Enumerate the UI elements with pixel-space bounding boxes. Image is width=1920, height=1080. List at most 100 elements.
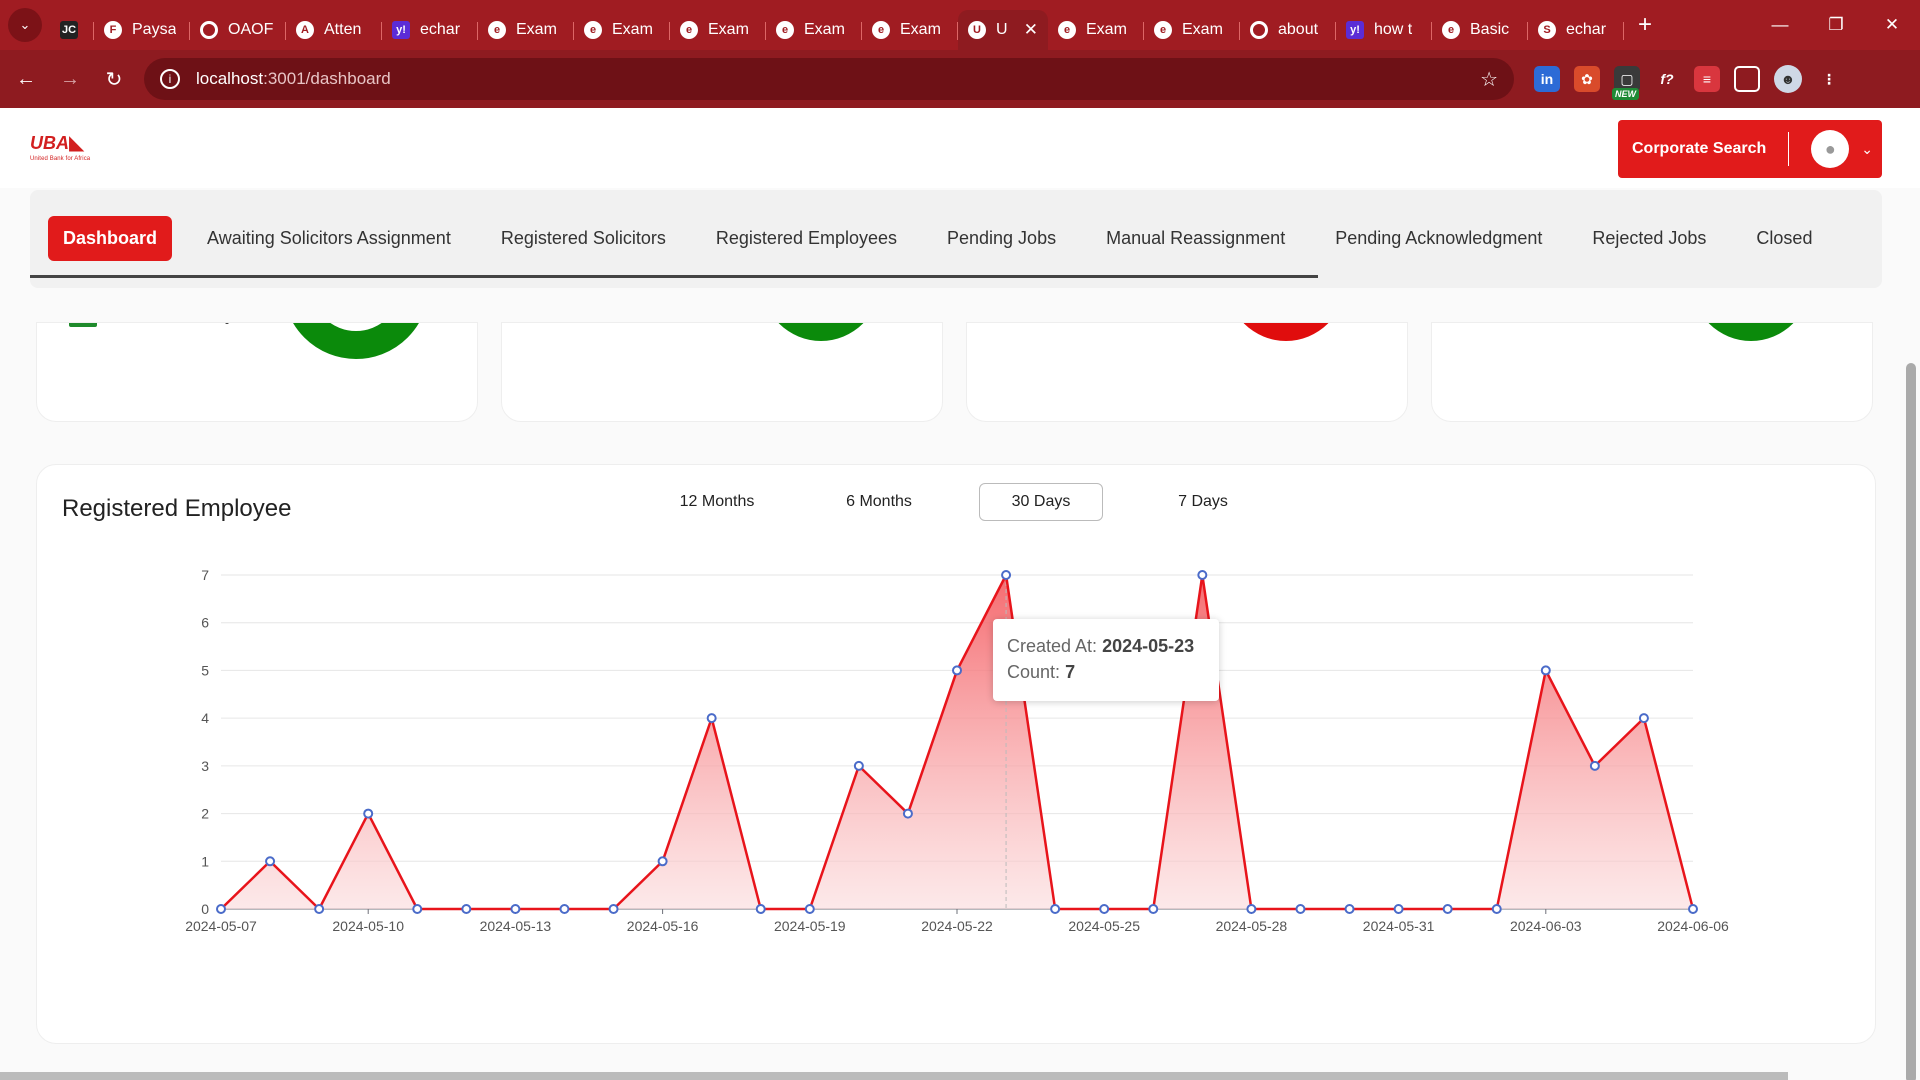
- forward-arrow-icon[interactable]: →: [52, 61, 88, 97]
- chevron-down-icon[interactable]: ⌄: [1861, 141, 1873, 158]
- reload-icon[interactable]: ↻: [96, 61, 132, 97]
- echarts-icon: e: [872, 21, 890, 39]
- browser-tab[interactable]: e Basic: [1432, 10, 1528, 50]
- line-area-chart[interactable]: 0 1 2 3 4 5 6 7 2024-05-07 2024-05-10 2024-05-13 20…: [37, 545, 1877, 1005]
- main-navigation: Dashboard Awaiting Solicitors Assignment R…: [30, 190, 1882, 288]
- url-host: localhost: [196, 69, 264, 88]
- browser-tab[interactable]: y! echar: [382, 10, 478, 50]
- browser-tab[interactable]: e Exam: [766, 10, 862, 50]
- browser-tab[interactable]: JC: [50, 10, 94, 50]
- browser-tab[interactable]: U U ✕: [958, 10, 1048, 50]
- todoist-extension-icon[interactable]: ≡: [1694, 66, 1720, 92]
- tooltip-created-value: 2024-05-23: [1102, 636, 1195, 656]
- restore-icon[interactable]: ❐: [1808, 0, 1864, 50]
- data-point: [314, 904, 325, 914]
- new-tab-plus-icon[interactable]: +: [1638, 11, 1652, 39]
- uba-icon: U: [968, 21, 986, 39]
- browser-tab[interactable]: e Exam: [574, 10, 670, 50]
- data-point: [265, 856, 276, 867]
- x-tick-label: 2024-05-31: [1363, 918, 1435, 934]
- data-point: [853, 760, 864, 771]
- range-selector: 12 Months 6 Months 30 Days 7 Days: [655, 483, 1303, 521]
- nav-item-pending-jobs[interactable]: Pending Jobs: [932, 216, 1071, 261]
- browser-tab[interactable]: Sechar: [1528, 10, 1624, 50]
- tab-search-chevron-icon[interactable]: ⌄: [8, 8, 42, 42]
- address-bar[interactable]: i localhost:3001/dashboard ☆: [144, 58, 1514, 100]
- corporate-search-button[interactable]: Corporate Search ● ⌄: [1618, 120, 1882, 178]
- echarts-icon: e: [776, 21, 794, 39]
- tab-title: about: [1278, 21, 1319, 38]
- browser-tab[interactable]: A Atten: [286, 10, 382, 50]
- app-header: UBA◣ United Bank for Africa Corporate Se…: [0, 108, 1920, 188]
- horizontal-scrollbar[interactable]: [0, 1072, 1788, 1080]
- browser-tab[interactable]: e Exam: [1144, 10, 1240, 50]
- browser-tab[interactable]: about: [1240, 10, 1336, 50]
- donut-chart: [283, 323, 429, 359]
- nav-item-rejected-jobs[interactable]: Rejected Jobs: [1577, 216, 1721, 261]
- tab-title: Paysa: [132, 21, 177, 38]
- nav-scroll-indicator[interactable]: [30, 275, 1318, 278]
- range-button-6-months[interactable]: 6 Months: [817, 483, 941, 521]
- browser-tab[interactable]: F Paysa: [94, 10, 190, 50]
- linkedin-extension-icon[interactable]: in: [1534, 66, 1560, 92]
- logo-text: UBA: [30, 133, 69, 153]
- data-point: [1688, 904, 1698, 914]
- nav-item-registered-solicitors[interactable]: Registered Solicitors: [486, 216, 681, 261]
- data-point: [1001, 570, 1012, 580]
- uba-logo[interactable]: UBA◣ United Bank for Africa: [30, 130, 90, 162]
- corporate-search-label: Corporate Search: [1632, 140, 1767, 157]
- legend-dot: [225, 323, 229, 324]
- kebab-menu-icon[interactable]: ⋮: [1816, 66, 1842, 92]
- browser-tab[interactable]: e Exam: [478, 10, 574, 50]
- tab-title: how t: [1374, 21, 1413, 38]
- tab-title: U: [996, 21, 1008, 38]
- nav-item-closed[interactable]: Closed: [1741, 216, 1827, 261]
- browser-tab[interactable]: OAOF: [190, 10, 286, 50]
- globe-icon: [1250, 21, 1268, 39]
- jetbrains-icon: JC: [60, 21, 78, 39]
- yahoo-icon: y!: [1346, 21, 1364, 39]
- puzzle-extensions-icon[interactable]: [1734, 66, 1760, 92]
- new-extension-icon[interactable]: ▢ NEW: [1612, 66, 1640, 100]
- data-point: [216, 904, 226, 914]
- user-avatar-icon[interactable]: ●: [1811, 130, 1850, 168]
- nav-item-awaiting-solicitors-assignment[interactable]: Awaiting Solicitors Assignment: [192, 216, 466, 261]
- data-point: [1491, 904, 1502, 914]
- browser-toolbar: ← → ↻ i localhost:3001/dashboard ☆ in ✿ …: [0, 50, 1920, 108]
- vertical-scrollbar[interactable]: [1906, 363, 1916, 1080]
- nav-items: Dashboard Awaiting Solicitors Assignment R…: [48, 216, 1847, 261]
- bug-extension-icon[interactable]: ✿: [1574, 66, 1600, 92]
- formula-extension-icon[interactable]: f?: [1654, 66, 1680, 92]
- browser-tab[interactable]: e Exam: [670, 10, 766, 50]
- bookmark-star-icon[interactable]: ☆: [1480, 67, 1498, 92]
- minimize-icon[interactable]: —: [1752, 0, 1808, 50]
- range-button-7-days[interactable]: 7 Days: [1141, 483, 1265, 521]
- data-point: [755, 904, 766, 914]
- site-info-icon[interactable]: i: [160, 69, 180, 89]
- x-tick-label: 2024-05-22: [921, 918, 993, 934]
- x-tick-label: 2024-05-28: [1216, 918, 1288, 934]
- range-button-12-months[interactable]: 12 Months: [655, 483, 779, 521]
- registered-employee-chart-card: Registered Employee 12 Months 6 Months 30 …: [36, 464, 1876, 1044]
- browser-tab[interactable]: y! how t: [1336, 10, 1432, 50]
- summary-card-2: [501, 322, 943, 422]
- close-tab-icon[interactable]: ✕: [1024, 20, 1038, 40]
- browser-tab[interactable]: e Exam: [862, 10, 958, 50]
- tooltip-created-label: Created At:: [1007, 636, 1098, 656]
- logo-mark-icon: ◣: [69, 132, 85, 154]
- summary-card-1: [36, 322, 478, 422]
- profile-avatar-icon[interactable]: ☻: [1774, 65, 1802, 93]
- data-point: [1442, 904, 1453, 914]
- nav-item-registered-employees[interactable]: Registered Employees: [701, 216, 912, 261]
- data-point: [1099, 904, 1110, 914]
- nav-item-pending-acknowledgment[interactable]: Pending Acknowledgment: [1320, 216, 1557, 261]
- nav-item-manual-reassignment[interactable]: Manual Reassignment: [1091, 216, 1300, 261]
- range-button-30-days[interactable]: 30 Days: [979, 483, 1103, 521]
- data-point: [1344, 904, 1355, 914]
- browser-tab[interactable]: e Exam: [1048, 10, 1144, 50]
- nav-item-dashboard[interactable]: Dashboard: [48, 216, 173, 261]
- data-point: [1197, 570, 1208, 580]
- data-point: [412, 904, 423, 914]
- back-arrow-icon[interactable]: ←: [8, 61, 44, 97]
- close-window-icon[interactable]: ✕: [1864, 0, 1920, 50]
